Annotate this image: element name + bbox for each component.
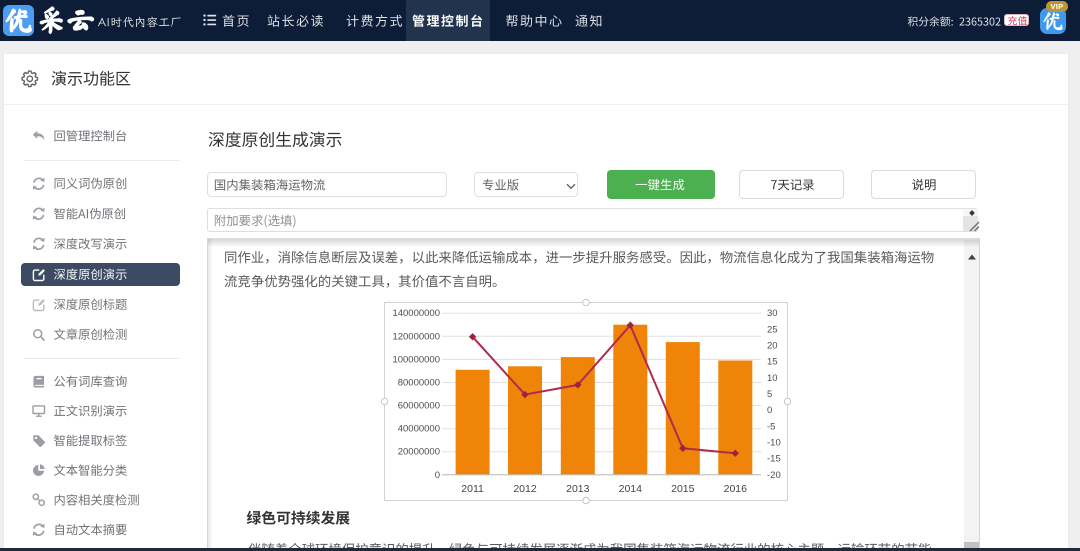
svg-text:140000000: 140000000: [392, 308, 440, 319]
svg-text:20000000: 20000000: [398, 447, 440, 458]
svg-text:20: 20: [767, 341, 778, 352]
svg-text:5: 5: [767, 389, 772, 400]
svg-text:30: 30: [767, 308, 778, 319]
svg-text:60000000: 60000000: [398, 401, 440, 412]
svg-text:-10: -10: [767, 438, 781, 449]
svg-text:-15: -15: [767, 454, 781, 465]
svg-text:2014: 2014: [619, 483, 643, 495]
svg-text:10: 10: [767, 373, 778, 384]
svg-text:2013: 2013: [566, 483, 590, 495]
svg-text:2016: 2016: [724, 483, 748, 495]
svg-text:120000000: 120000000: [392, 331, 440, 342]
svg-text:2015: 2015: [671, 483, 695, 495]
svg-text:25: 25: [767, 324, 778, 335]
svg-text:100000000: 100000000: [392, 354, 440, 365]
svg-text:2012: 2012: [513, 483, 537, 495]
svg-text:2011: 2011: [461, 483, 484, 495]
svg-text:0: 0: [435, 470, 440, 481]
svg-text:0: 0: [767, 405, 772, 416]
svg-text:80000000: 80000000: [398, 378, 440, 389]
svg-text:-20: -20: [767, 470, 781, 481]
svg-text:40000000: 40000000: [398, 424, 440, 435]
svg-text:-5: -5: [767, 421, 775, 432]
svg-text:15: 15: [767, 357, 778, 368]
